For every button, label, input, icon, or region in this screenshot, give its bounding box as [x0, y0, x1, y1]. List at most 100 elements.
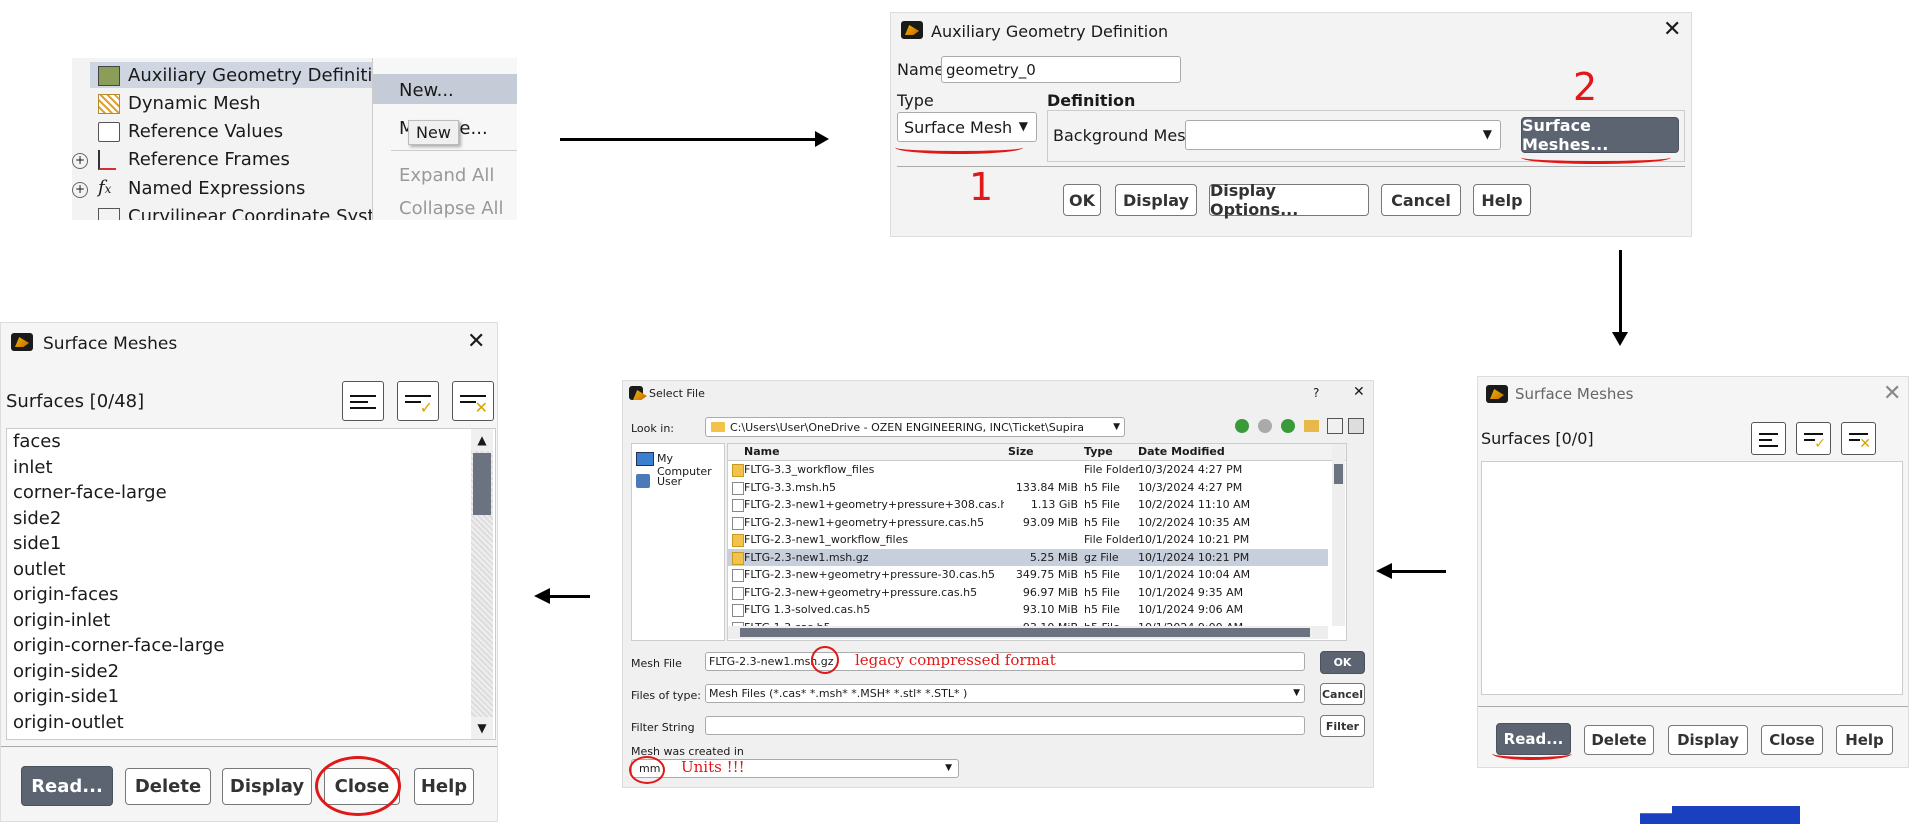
- file-icon: [732, 586, 744, 600]
- list-item[interactable]: corner-face-large: [7, 480, 467, 506]
- display-button[interactable]: Display: [1668, 725, 1748, 755]
- scroll-thumb[interactable]: [473, 453, 491, 515]
- file-name: FLTG-2.3-new1+geometry+pressure.cas.h5: [744, 515, 985, 529]
- list-view-icon[interactable]: [1327, 418, 1343, 434]
- annotation-underline: [1521, 151, 1671, 164]
- close-button[interactable]: Close: [1761, 725, 1823, 755]
- tree-item-reference-values[interactable]: Reference Values: [128, 121, 283, 142]
- close-icon[interactable]: ✕: [467, 331, 485, 353]
- back-icon[interactable]: [1235, 419, 1249, 433]
- file-row[interactable]: FLTG-2.3-new1_workflow_files File Folder 1…: [728, 531, 1328, 549]
- tree-item-dynamic-mesh[interactable]: Dynamic Mesh: [128, 93, 261, 114]
- file-name: FLTG 1.3-solved.cas.h5: [744, 603, 871, 616]
- cancel-button[interactable]: Cancel: [1381, 184, 1461, 216]
- select-all-icon[interactable]: ✓: [397, 381, 439, 421]
- expand-plus-icon[interactable]: +: [72, 153, 88, 169]
- delete-button[interactable]: Delete: [1584, 725, 1654, 755]
- help-button[interactable]: Help: [414, 768, 474, 805]
- list-all-icon[interactable]: [1751, 422, 1786, 455]
- column-name[interactable]: Name: [744, 445, 780, 458]
- expand-plus-icon[interactable]: +: [72, 182, 88, 198]
- help-button[interactable]: Help: [1836, 725, 1893, 755]
- column-date[interactable]: Date Modified: [1138, 445, 1225, 458]
- app-icon: [901, 21, 923, 39]
- close-icon[interactable]: ✕: [1353, 384, 1365, 400]
- file-row[interactable]: FLTG-2.3-new1+geometry+pressure.cas.h5 93…: [728, 514, 1328, 532]
- app-icon: [11, 333, 33, 351]
- select-file-dialog: Select File ? ✕ Look in: C:\Users\User\O…: [622, 380, 1374, 788]
- scroll-up-icon[interactable]: ▲: [471, 429, 493, 451]
- list-all-icon[interactable]: [342, 381, 384, 421]
- files-of-type-dropdown[interactable]: Mesh Files (*.cas* *.msh* *.MSH* *.stl* …: [705, 684, 1305, 703]
- file-row[interactable]: FLTG-3.3_workflow_files File Folder 10/3/2…: [728, 461, 1328, 479]
- sidebar-item-user[interactable]: User: [657, 475, 682, 488]
- menu-item-collapse-all[interactable]: Collapse All: [399, 198, 504, 219]
- deselect-all-icon[interactable]: ✕: [1841, 422, 1876, 455]
- file-row[interactable]: FLTG-2.3-new1+geometry+pressure+308.cas.…: [728, 496, 1328, 514]
- cancel-button[interactable]: Cancel: [1320, 683, 1365, 705]
- name-input[interactable]: geometry_0: [941, 56, 1181, 83]
- deselect-all-icon[interactable]: ✕: [452, 381, 494, 421]
- surface-items: faces inlet corner-face-large side2 side1 out…: [7, 429, 467, 735]
- list-item[interactable]: side2: [7, 506, 467, 532]
- filter-string-input[interactable]: [705, 716, 1305, 735]
- tree-item-reference-frames[interactable]: Reference Frames: [128, 149, 290, 170]
- help-icon[interactable]: ?: [1313, 386, 1319, 400]
- close-icon[interactable]: ✕: [1883, 383, 1901, 405]
- vscrollbar[interactable]: ▲ ▼: [471, 429, 493, 739]
- list-item[interactable]: origin-corner-face-large: [7, 633, 467, 659]
- mesh-icon: [98, 94, 120, 114]
- filter-button[interactable]: Filter: [1320, 715, 1365, 737]
- menu-item-expand-all[interactable]: Expand All: [399, 165, 494, 186]
- file-row[interactable]: FLTG 1.3-solved.cas.h5 93.10 MiB h5 File 10…: [728, 601, 1328, 619]
- file-row[interactable]: FLTG-3.3.msh.h5 133.84 MiB h5 File 10/3/202…: [728, 479, 1328, 497]
- display-button[interactable]: Display: [222, 768, 312, 805]
- display-button[interactable]: Display: [1115, 184, 1197, 216]
- file-type: File Folder: [1084, 463, 1140, 476]
- list-item[interactable]: side1: [7, 531, 467, 557]
- forward-icon[interactable]: [1258, 419, 1272, 433]
- type-dropdown[interactable]: Surface Mesh ▼: [897, 112, 1037, 142]
- tooltip: New: [408, 120, 459, 145]
- list-item[interactable]: origin-faces: [7, 582, 467, 608]
- list-item[interactable]: inlet: [7, 455, 467, 481]
- look-in-dropdown[interactable]: C:\Users\User\OneDrive - OZEN ENGINEERIN…: [705, 417, 1125, 437]
- list-item[interactable]: origin-side2: [7, 659, 467, 685]
- delete-button[interactable]: Delete: [125, 768, 211, 805]
- background-mesh-dropdown[interactable]: ▼: [1185, 120, 1501, 150]
- display-options-button[interactable]: Display Options...: [1209, 181, 1369, 219]
- surfaces-list-empty[interactable]: [1481, 461, 1903, 695]
- column-size[interactable]: Size: [1008, 445, 1034, 458]
- ok-button[interactable]: OK: [1320, 651, 1365, 674]
- annotation-underline: [1492, 747, 1572, 760]
- ok-button[interactable]: OK: [1063, 184, 1101, 216]
- select-all-icon[interactable]: ✓: [1796, 422, 1831, 455]
- list-item[interactable]: origin-side1: [7, 684, 467, 710]
- up-icon[interactable]: [1281, 419, 1295, 433]
- list-item[interactable]: origin-outlet: [7, 710, 467, 736]
- file-row[interactable]: FLTG-2.3-new1.msh.gz 5.25 MiB gz File 10/1/…: [728, 548, 1328, 566]
- vscrollbar[interactable]: [1332, 444, 1345, 626]
- caret-down-icon: ▼: [1482, 127, 1492, 141]
- file-row[interactable]: FLTG-2.3-new+geometry+pressure.cas.h5 96.…: [728, 584, 1328, 602]
- close-icon[interactable]: ✕: [1663, 19, 1681, 41]
- list-item[interactable]: faces: [7, 429, 467, 455]
- folder-icon: [732, 464, 744, 477]
- scroll-down-icon[interactable]: ▼: [471, 717, 493, 739]
- column-type[interactable]: Type: [1084, 445, 1113, 458]
- detail-view-icon[interactable]: [1348, 418, 1364, 434]
- tree-item-label: Auxiliary Geometry Definitio: [128, 65, 384, 86]
- tree-item-curvilinear[interactable]: Curvilinear Coordinate Syste: [128, 206, 386, 220]
- file-row[interactable]: FLTG-2.3-new+geometry+pressure-30.cas.h5…: [728, 566, 1328, 584]
- caret-down-icon: ▼: [1113, 422, 1120, 432]
- surface-meshes-button[interactable]: Surface Meshes...: [1521, 116, 1679, 154]
- new-folder-icon[interactable]: [1304, 420, 1319, 432]
- read-button[interactable]: Read...: [21, 766, 113, 806]
- hscrollbar[interactable]: [728, 626, 1328, 639]
- help-button[interactable]: Help: [1473, 184, 1531, 216]
- list-item[interactable]: origin-inlet: [7, 608, 467, 634]
- tree-item-named-expressions[interactable]: Named Expressions: [128, 178, 305, 199]
- caret-down-icon: ▼: [945, 763, 952, 773]
- list-item[interactable]: outlet: [7, 557, 467, 583]
- surfaces-list[interactable]: faces inlet corner-face-large side2 side1 out…: [6, 428, 496, 740]
